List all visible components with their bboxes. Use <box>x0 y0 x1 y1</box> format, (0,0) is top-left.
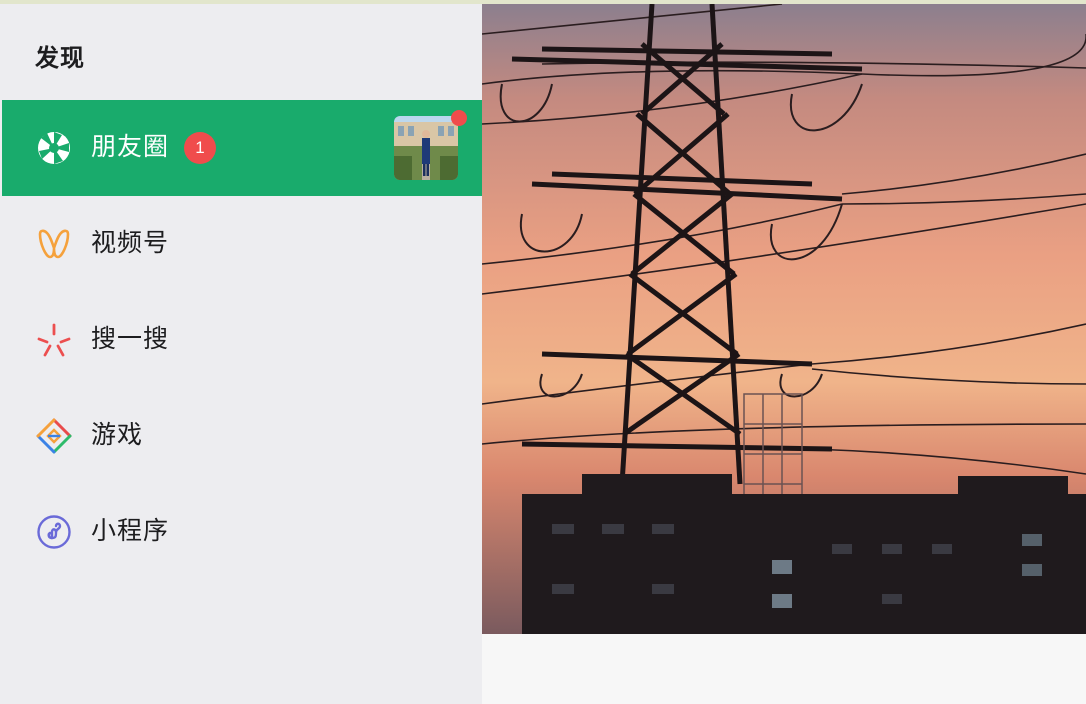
channels-icon <box>38 229 70 259</box>
sidebar-item-label: 游戏 <box>91 420 144 449</box>
content-blank-area <box>482 634 1086 704</box>
sidebar-item-channels[interactable]: 视频号 <box>2 196 482 292</box>
sidebar-item-search[interactable]: 搜一搜 <box>2 292 482 388</box>
sidebar-item-label: 搜一搜 <box>91 324 170 353</box>
sidebar-item-mini-programs[interactable]: 小程序 <box>2 484 482 580</box>
moments-shutter-icon <box>38 132 70 164</box>
search-sparkle-icon <box>37 323 71 357</box>
sidebar-item-moments[interactable]: 朋友圈 1 <box>2 100 482 196</box>
mini-program-icon <box>37 515 71 549</box>
sidebar-item-games[interactable]: 游戏 <box>2 388 482 484</box>
page-title: 发现 <box>35 44 85 72</box>
unread-badge: 1 <box>184 132 216 164</box>
moments-latest-thumbnail <box>394 116 458 180</box>
discover-sidebar: 发现 朋友圈 1 视频号 搜一搜 游戏 小程序 <box>0 4 482 704</box>
sidebar-item-label: 小程序 <box>91 516 170 545</box>
new-post-dot <box>451 110 467 126</box>
moments-cover-photo[interactable] <box>482 4 1086 634</box>
sidebar-item-label: 视频号 <box>91 228 170 257</box>
games-diamond-icon <box>36 418 72 454</box>
sidebar-item-label: 朋友圈 <box>91 132 170 161</box>
